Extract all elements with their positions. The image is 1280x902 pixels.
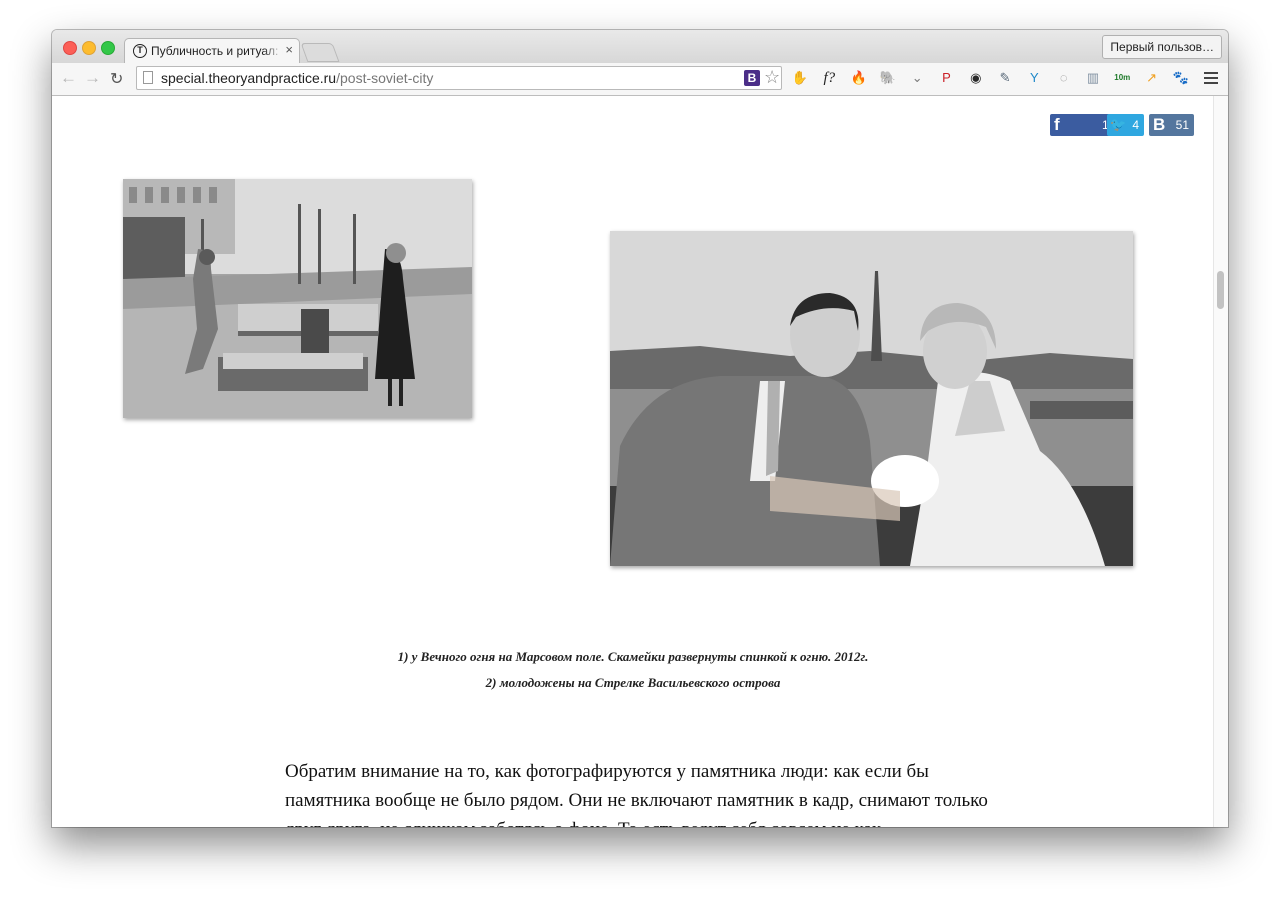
pinterest-icon[interactable]: P	[938, 69, 956, 87]
menu-icon[interactable]	[1204, 69, 1218, 87]
profile-button[interactable]: Первый пользов…	[1102, 35, 1222, 59]
article-paragraph: Обратим внимание на то, как фотографирую…	[285, 757, 995, 827]
tab-strip: T Публичность и ритуал: Ил × Первый поль…	[52, 30, 1228, 64]
page-content: f 120 🐦 4 B 51	[52, 96, 1228, 827]
paw-icon[interactable]: 🐾	[1172, 69, 1190, 87]
twitter-share-button[interactable]: 🐦 4	[1107, 114, 1144, 136]
toolbar: ← → ↻ special.theoryandpractice.ru/post-…	[52, 63, 1228, 96]
browser-window: T Публичность и ритуал: Ил × Первый поль…	[52, 30, 1228, 827]
window-close-button[interactable]	[63, 41, 77, 55]
bookmark-star-icon[interactable]: ☆	[764, 67, 780, 88]
scrollbar-thumb[interactable]	[1217, 271, 1224, 309]
twitter-icon: 🐦	[1110, 117, 1127, 132]
eyedropper-icon[interactable]: ✎	[996, 69, 1014, 87]
y-icon[interactable]: Y	[1025, 69, 1043, 87]
vk-count: 51	[1175, 118, 1189, 132]
url-path: /post-soviet-city	[336, 70, 434, 86]
bookmark-service-icon[interactable]: B	[744, 70, 760, 86]
fire-icon[interactable]: 🔥	[850, 69, 868, 87]
site-favicon-icon: T	[133, 44, 147, 58]
url-text[interactable]: special.theoryandpractice.ru/post-soviet…	[161, 70, 433, 86]
forward-button[interactable]: →	[84, 68, 101, 88]
fx-icon[interactable]: f?	[820, 69, 838, 87]
tab-title: Публичность и ритуал: Ил	[151, 44, 283, 58]
address-bar[interactable]: special.theoryandpractice.ru/post-soviet…	[136, 66, 782, 90]
lens-icon[interactable]: ◉	[967, 69, 985, 87]
url-host: special.theoryandpractice.ru	[161, 70, 337, 86]
back-button[interactable]: ←	[60, 68, 77, 88]
photo-caption-2: 2) молодожены на Стрелке Васильевского о…	[485, 675, 781, 690]
vk-icon: B	[1153, 115, 1166, 134]
twitter-count: 4	[1132, 118, 1139, 132]
new-tab-button[interactable]	[300, 43, 340, 62]
window-maximize-button[interactable]	[101, 41, 115, 55]
ring-icon[interactable]: ◌	[1055, 69, 1073, 87]
page-icon	[143, 71, 153, 84]
paragraph-text: Обратим внимание на то, как фотографирую…	[285, 761, 988, 827]
timer-icon[interactable]: 10m	[1113, 69, 1131, 87]
book-icon[interactable]: ▥	[1084, 69, 1102, 87]
photo-newlyweds	[610, 231, 1133, 566]
chart-icon[interactable]: ↗	[1143, 69, 1161, 87]
photo-mars-field	[123, 179, 472, 418]
facebook-icon: f	[1054, 115, 1060, 134]
tab-active[interactable]: T Публичность и ритуал: Ил ×	[124, 38, 300, 64]
evernote-icon[interactable]: 🐘	[879, 69, 897, 87]
pocket-icon[interactable]: ⌄	[908, 69, 926, 87]
vertical-scrollbar[interactable]	[1213, 96, 1228, 827]
vk-share-button[interactable]: B 51	[1149, 114, 1194, 136]
reload-button[interactable]: ↻	[110, 69, 123, 89]
photo-caption-1: 1) у Вечного огня на Марсовом поле. Скам…	[397, 649, 869, 664]
window-minimize-button[interactable]	[82, 41, 96, 55]
tab-close-icon[interactable]: ×	[285, 42, 293, 57]
adblock-icon[interactable]: ✋	[791, 69, 809, 87]
